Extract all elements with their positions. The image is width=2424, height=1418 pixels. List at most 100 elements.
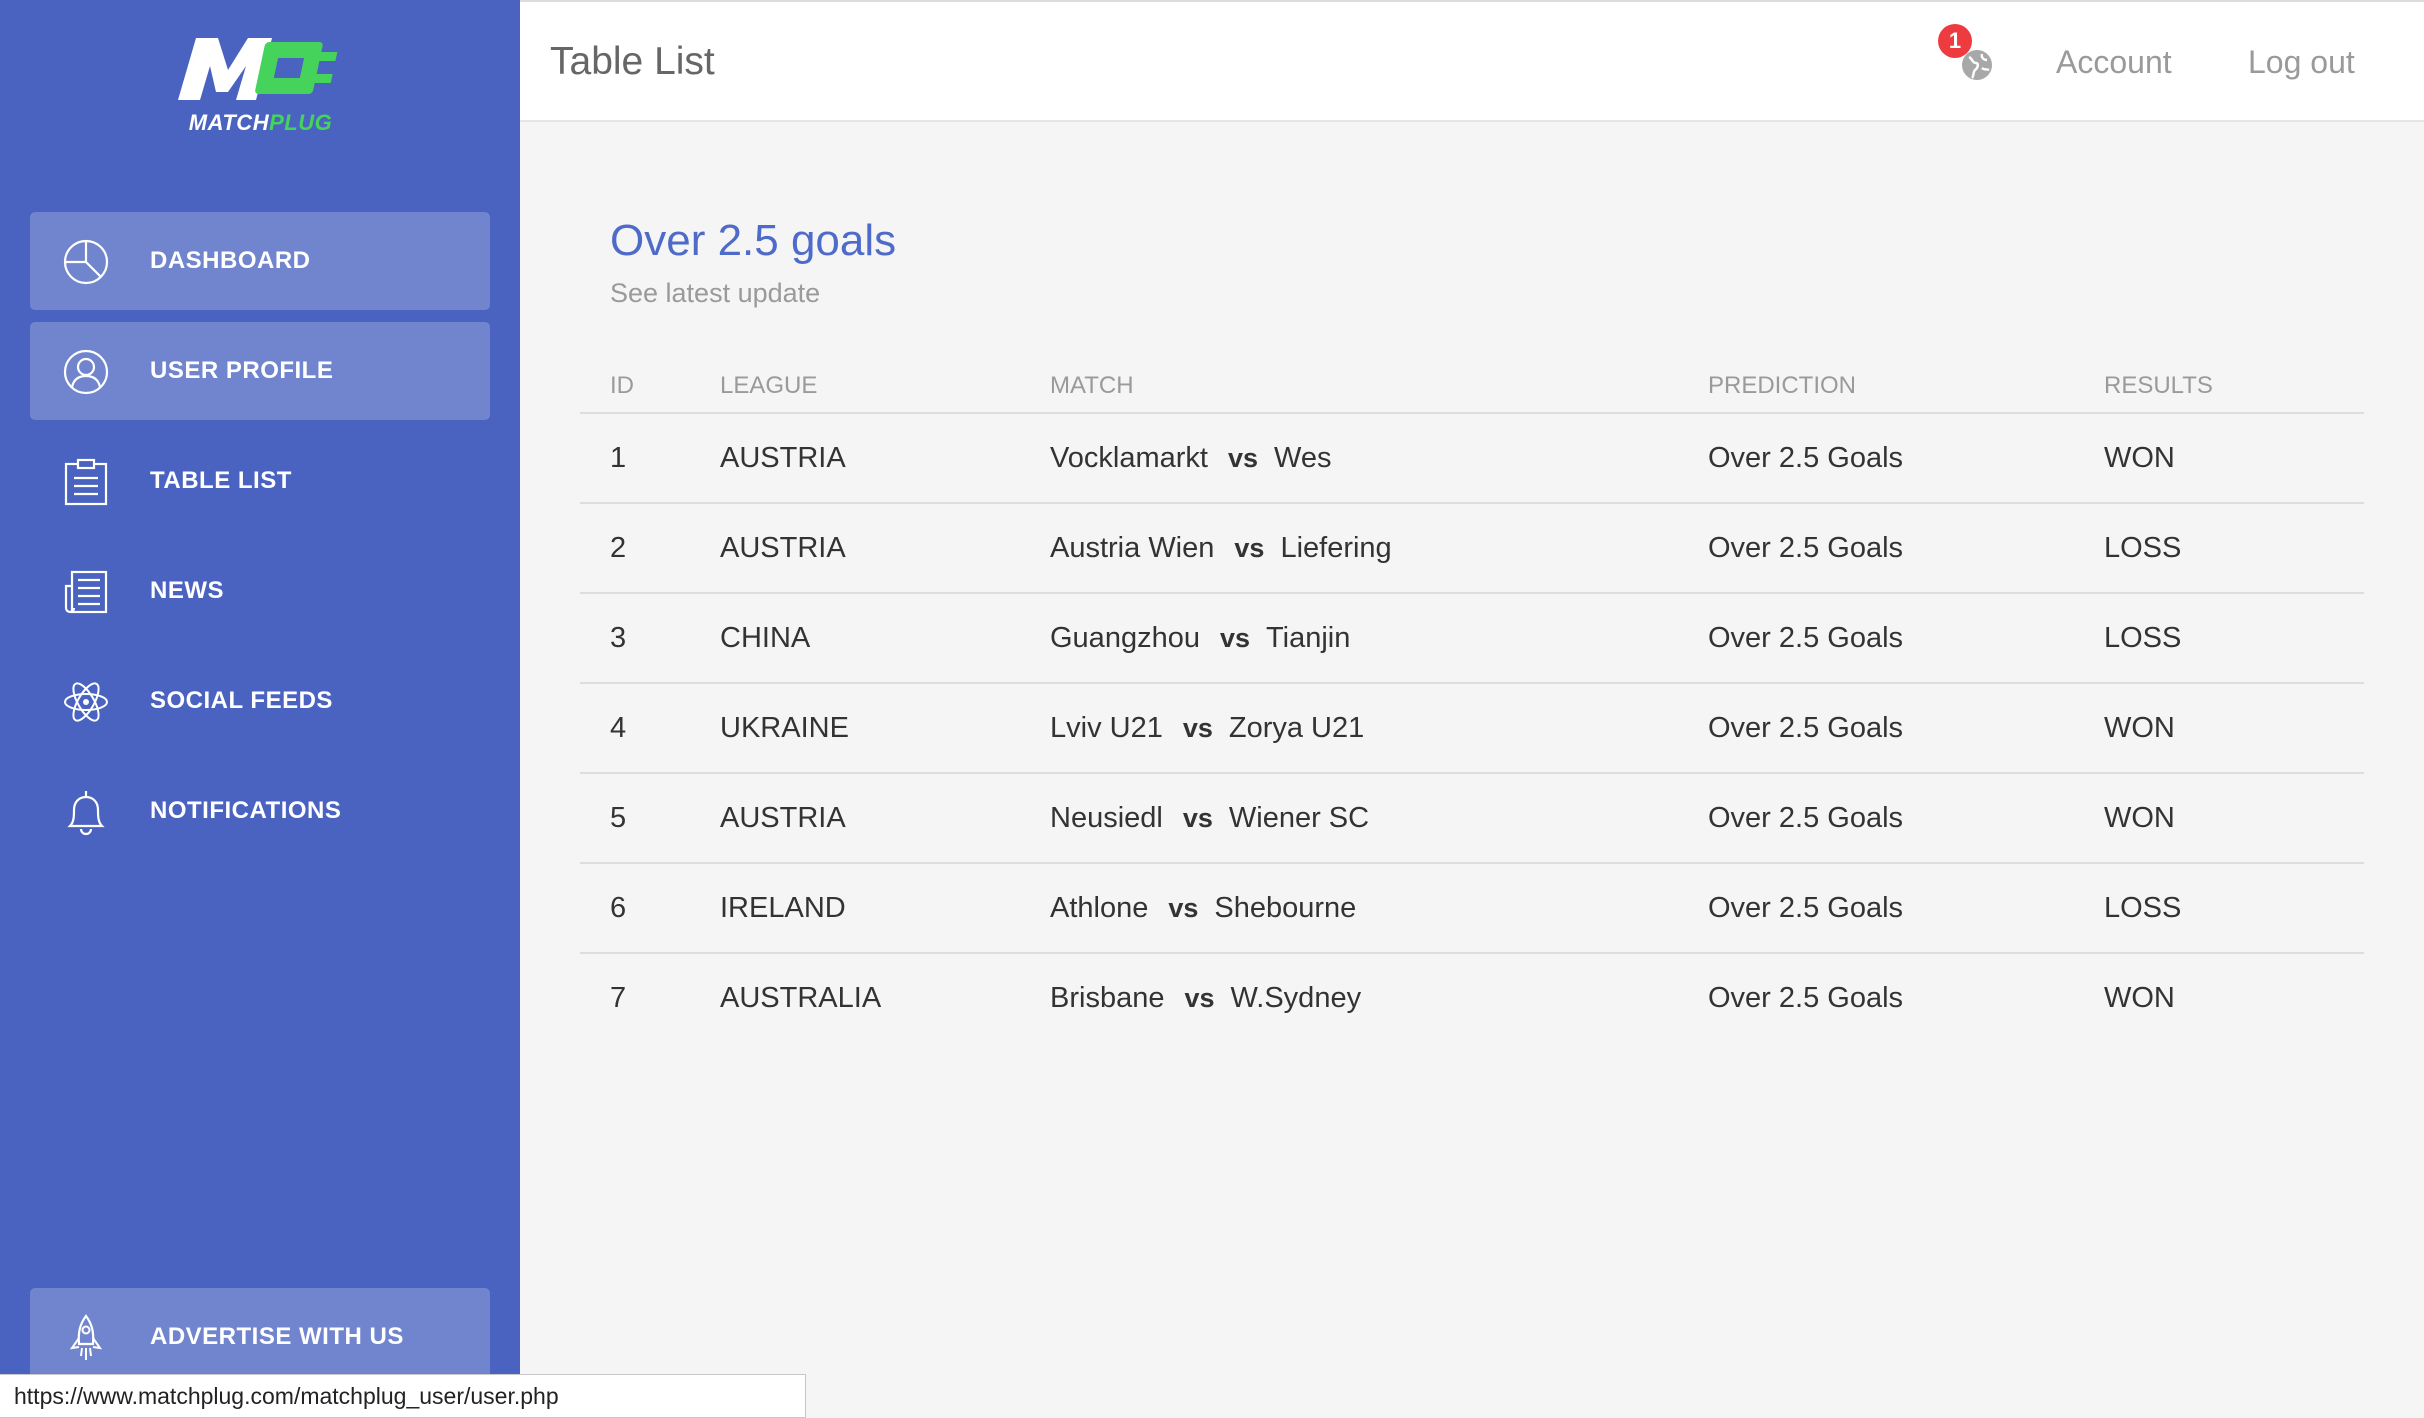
table-row: 6 IRELAND Athlone vs Shebourne Over 2.5 Go…	[580, 864, 2364, 954]
sidebar-item-user-profile[interactable]: USER PROFILE	[30, 322, 490, 420]
logo-word-accent: PLUG	[269, 110, 333, 135]
home-team: Austria Wien	[1050, 532, 1215, 564]
matchplug-logo[interactable]: MATCHPLUG	[168, 30, 353, 140]
sidebar-item-social-feeds[interactable]: SOCIAL FEEDS	[30, 652, 490, 750]
cell-id: 2	[610, 532, 627, 564]
notifications-button[interactable]: 1	[1938, 24, 1998, 84]
cell-id: 5	[610, 802, 627, 834]
predictions-table: ID LEAGUE MATCH PREDICTION RESULTS 1 AUS…	[580, 360, 2364, 1044]
browser-status-url: https://www.matchplug.com/matchplug_user…	[0, 1374, 806, 1418]
account-link[interactable]: Account	[2056, 2, 2172, 122]
vs-label: vs	[1182, 713, 1213, 743]
cell-result: LOSS	[2104, 892, 2182, 924]
cell-league: CHINA	[720, 622, 811, 654]
table-header: ID LEAGUE MATCH PREDICTION RESULTS	[580, 360, 2364, 414]
column-header-league: LEAGUE	[720, 372, 818, 399]
notification-count-badge: 1	[1938, 24, 1972, 58]
sidebar-item-label: NEWS	[150, 577, 224, 604]
cell-id: 6	[610, 892, 627, 924]
pie-chart-icon	[63, 239, 109, 285]
cell-result: LOSS	[2104, 622, 2182, 654]
cell-result: WON	[2104, 982, 2175, 1014]
cell-league: AUSTRIA	[720, 442, 846, 474]
home-team: Vocklamarkt	[1050, 442, 1208, 474]
cell-prediction: Over 2.5 Goals	[1708, 532, 1904, 564]
vs-label: vs	[1182, 803, 1213, 833]
away-team: Shebourne	[1214, 892, 1357, 924]
rocket-icon	[69, 1314, 103, 1360]
column-header-id: ID	[610, 372, 634, 399]
sidebar-item-notifications[interactable]: NOTIFICATIONS	[30, 762, 490, 860]
advertise-button[interactable]: ADVERTISE WITH US	[30, 1288, 490, 1386]
cell-league: UKRAINE	[720, 712, 849, 744]
atom-icon	[64, 682, 108, 722]
user-icon	[63, 349, 109, 395]
vs-label: vs	[1184, 983, 1215, 1013]
page-title: Table List	[550, 40, 715, 83]
table-row: 1 AUSTRIA Vocklamarkt vs Wes Over 2.5 Goal…	[580, 414, 2364, 504]
vs-label: vs	[1227, 443, 1258, 473]
cell-prediction: Over 2.5 Goals	[1708, 442, 1904, 474]
cell-prediction: Over 2.5 Goals	[1708, 622, 1904, 654]
clipboard-list-icon	[64, 458, 108, 506]
away-team: Liefering	[1280, 532, 1392, 564]
cell-prediction: Over 2.5 Goals	[1708, 892, 1904, 924]
cell-id: 1	[610, 442, 627, 474]
away-team: Wes	[1274, 442, 1332, 474]
cell-id: 3	[610, 622, 627, 654]
sidebar-item-news[interactable]: NEWS	[30, 542, 490, 640]
card-title: Over 2.5 goals	[610, 216, 897, 265]
logo-mark-icon	[178, 38, 338, 100]
card-subtitle: See latest update	[610, 278, 821, 308]
cell-league: IRELAND	[720, 892, 846, 924]
sidebar-item-label: USER PROFILE	[150, 357, 334, 384]
advertise-label: ADVERTISE WITH US	[150, 1323, 404, 1350]
sidebar-item-label: SOCIAL FEEDS	[150, 687, 333, 714]
table-row: 5 AUSTRIA Neusiedl vs Wiener SC Over 2.5 G…	[580, 774, 2364, 864]
vs-label: vs	[1234, 533, 1265, 563]
home-team: Neusiedl	[1050, 802, 1163, 834]
vs-label: vs	[1168, 893, 1199, 923]
home-team: Athlone	[1050, 892, 1149, 924]
table-row: 7 AUSTRALIA Brisbane vs W.Sydney Over 2.5 …	[580, 954, 2364, 1044]
cell-match: Vocklamarkt vs Wes	[1050, 414, 1331, 502]
sidebar-item-label: DASHBOARD	[150, 247, 311, 274]
cell-league: AUSTRIA	[720, 532, 846, 564]
sidebar-item-label: TABLE LIST	[150, 467, 292, 494]
away-team: Tianjin	[1266, 622, 1351, 654]
cell-match: Lviv U21 vs Zorya U21	[1050, 684, 1364, 772]
away-team: Zorya U21	[1228, 712, 1365, 744]
column-header-match: MATCH	[1050, 372, 1134, 399]
cell-prediction: Over 2.5 Goals	[1708, 712, 1904, 744]
cell-league: AUSTRIA	[720, 802, 846, 834]
table-row: 4 UKRAINE Lviv U21 vs Zorya U21 Over 2.5 G…	[580, 684, 2364, 774]
cell-match: Athlone vs Shebourne	[1050, 864, 1356, 952]
cell-result: WON	[2104, 802, 2175, 834]
logo-word-main: MATCH	[188, 110, 270, 135]
sidebar-item-dashboard[interactable]: DASHBOARD	[30, 212, 490, 310]
cell-match: Neusiedl vs Wiener SC	[1050, 774, 1369, 862]
away-team: Wiener SC	[1228, 802, 1370, 834]
cell-match: Brisbane vs W.Sydney	[1050, 954, 1361, 1042]
column-header-results: RESULTS	[2104, 372, 2213, 399]
sidebar: MATCHPLUG DASHBOARD USER PROFILE TABLE L…	[0, 0, 520, 1418]
column-header-prediction: PREDICTION	[1708, 372, 1857, 399]
cell-id: 7	[610, 982, 627, 1014]
home-team: Guangzhou	[1050, 622, 1200, 654]
cell-prediction: Over 2.5 Goals	[1708, 982, 1904, 1014]
bell-icon	[67, 791, 105, 836]
home-team: Brisbane	[1050, 982, 1165, 1014]
cell-prediction: Over 2.5 Goals	[1708, 802, 1904, 834]
newspaper-icon	[64, 570, 108, 614]
home-team: Lviv U21	[1050, 712, 1163, 744]
cell-result: LOSS	[2104, 532, 2182, 564]
cell-match: Austria Wien vs Liefering	[1050, 504, 1392, 592]
top-navbar: Table List 1 Account Log out	[520, 0, 2424, 122]
table-row: 3 CHINA Guangzhou vs Tianjin Over 2.5 Goal…	[580, 594, 2364, 684]
sidebar-item-label: NOTIFICATIONS	[150, 797, 342, 824]
cell-league: AUSTRALIA	[720, 982, 882, 1014]
sidebar-item-table-list[interactable]: TABLE LIST	[30, 432, 490, 530]
cell-result: WON	[2104, 442, 2175, 474]
logout-link[interactable]: Log out	[2248, 2, 2355, 122]
cell-result: WON	[2104, 712, 2175, 744]
